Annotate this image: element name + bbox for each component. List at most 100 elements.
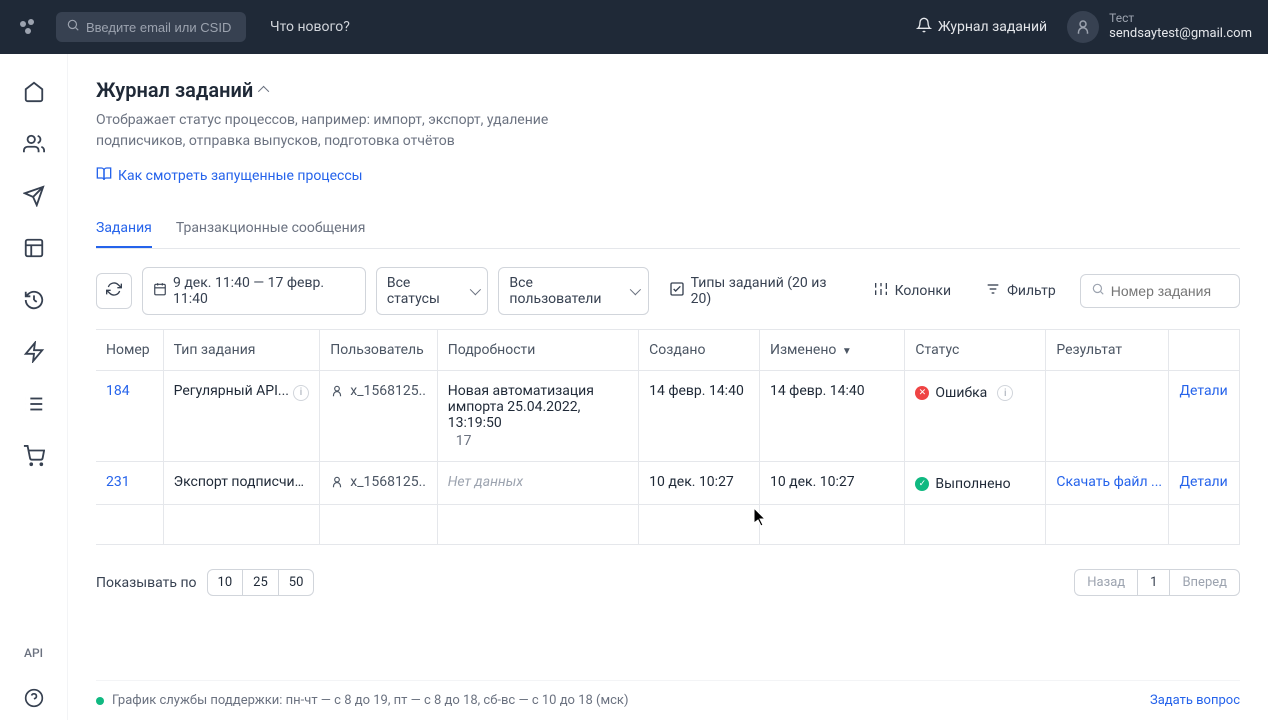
task-number-link[interactable]: 231 [106, 474, 130, 490]
user-avatar-icon [1067, 11, 1099, 43]
status-online-icon [96, 697, 104, 705]
task-details-2: 17 [448, 433, 628, 449]
howto-link[interactable]: Как смотреть запущенные процессы [96, 166, 1240, 186]
pager-prev[interactable]: Назад [1075, 570, 1138, 595]
task-created: 14 февр. 14:40 [639, 371, 760, 462]
page-size-50[interactable]: 50 [279, 570, 314, 595]
col-user[interactable]: Пользователь [320, 330, 437, 371]
task-number-input[interactable] [1111, 283, 1229, 299]
global-search[interactable] [56, 12, 246, 42]
chevron-down-icon [469, 284, 480, 295]
howto-label: Как смотреть запущенные процессы [118, 168, 363, 184]
date-range-button[interactable]: 9 дек. 11:40 — 17 февр. 11:40 [142, 267, 366, 315]
sidebar-cart-icon[interactable] [12, 434, 56, 478]
bell-icon [916, 17, 932, 37]
toolbar: 9 дек. 11:40 — 17 февр. 11:40 Все статус… [96, 267, 1240, 315]
sidebar-help-icon[interactable] [12, 676, 56, 720]
whats-new-link[interactable]: Что нового? [270, 19, 350, 35]
task-modified: 14 февр. 14:40 [759, 371, 904, 462]
user-filter-label: Все пользователи [509, 275, 623, 307]
col-number[interactable]: Номер [96, 330, 163, 371]
task-types-button[interactable]: Типы заданий (20 из 20) [659, 268, 849, 314]
task-type: Экспорт подписчик... [163, 462, 320, 505]
tab-tasks[interactable]: Задания [96, 210, 152, 248]
sidebar: API [0, 54, 68, 720]
table-row: 184 Регулярный API...i x_1568125... Нова… [96, 371, 1240, 462]
col-actions [1169, 330, 1240, 371]
user-icon [330, 384, 344, 398]
task-modified: 10 дек. 10:27 [759, 462, 904, 505]
page-description: Отображает статус процессов, например: и… [96, 110, 616, 152]
pager-current[interactable]: 1 [1138, 570, 1170, 595]
page-size-10[interactable]: 10 [208, 570, 244, 595]
col-modified[interactable]: Изменено ▼ [759, 330, 904, 371]
app-header: Что нового? Журнал заданий Тест sendsayt… [0, 0, 1268, 54]
col-created[interactable]: Создано [639, 330, 760, 371]
task-user: x_1568125... [350, 474, 426, 490]
task-user: x_1568125... [350, 383, 426, 399]
sidebar-send-icon[interactable] [12, 174, 56, 218]
task-number-link[interactable]: 184 [106, 383, 130, 399]
user-label: Тест [1109, 11, 1252, 27]
task-number-search[interactable] [1080, 274, 1240, 308]
filter-icon [985, 281, 1001, 301]
sidebar-list-icon[interactable] [12, 382, 56, 426]
download-link[interactable]: Скачать файл ... [1056, 474, 1162, 490]
col-details[interactable]: Подробности [437, 330, 638, 371]
ask-question-link[interactable]: Задать вопрос [1150, 693, 1240, 708]
refresh-icon [106, 281, 122, 301]
sidebar-zap-icon[interactable] [12, 330, 56, 374]
info-icon[interactable]: i [997, 385, 1013, 401]
global-search-input[interactable] [86, 20, 236, 35]
task-details: Новая автоматизация импорта 25.04.2022, … [448, 383, 628, 431]
main-content: Журнал заданий Отображает статус процесс… [68, 54, 1268, 720]
search-icon [1091, 282, 1105, 300]
chevron-up-icon[interactable] [258, 86, 269, 97]
status-filter-button[interactable]: Все статусы [376, 267, 489, 315]
col-status[interactable]: Статус [905, 330, 1046, 371]
pager-next[interactable]: Вперед [1170, 570, 1239, 595]
pagination: Показывать по 10 25 50 Назад 1 Вперед [96, 569, 1240, 612]
calendar-icon [153, 282, 167, 300]
footer: График службы поддержки: пн-чт — с 8 до … [96, 680, 1240, 720]
page-size-25[interactable]: 25 [243, 570, 279, 595]
columns-button[interactable]: Колонки [863, 274, 962, 308]
sidebar-users-icon[interactable] [12, 122, 56, 166]
sidebar-history-icon[interactable] [12, 278, 56, 322]
columns-icon [873, 281, 889, 301]
journal-label: Журнал заданий [938, 19, 1047, 35]
sort-desc-icon: ▼ [842, 346, 852, 357]
table-row-empty [96, 505, 1240, 545]
book-icon [96, 166, 112, 186]
refresh-button[interactable] [96, 273, 132, 309]
filter-button[interactable]: Фильтр [975, 274, 1066, 308]
sidebar-home-icon[interactable] [12, 70, 56, 114]
sidebar-api-link[interactable]: API [24, 646, 43, 660]
search-icon [66, 18, 80, 36]
user-menu[interactable]: Тест sendsaytest@gmail.com [1067, 11, 1252, 43]
status-success-icon: ✓ [915, 477, 929, 491]
date-range-label: 9 дек. 11:40 — 17 февр. 11:40 [173, 275, 355, 307]
filter-label: Фильтр [1007, 283, 1056, 299]
task-created: 10 дек. 10:27 [639, 462, 760, 505]
user-icon [330, 475, 344, 489]
sidebar-layout-icon[interactable] [12, 226, 56, 270]
support-schedule: График службы поддержки: пн-чт — с 8 до … [112, 693, 628, 708]
user-filter-button[interactable]: Все пользователи [498, 267, 648, 315]
columns-label: Колонки [895, 283, 952, 299]
user-email: sendsaytest@gmail.com [1109, 26, 1252, 43]
tab-transactional[interactable]: Транзакционные сообщения [176, 210, 366, 248]
col-result[interactable]: Результат [1046, 330, 1169, 371]
page-title: Журнал заданий [96, 78, 253, 102]
info-icon[interactable]: i [293, 385, 309, 401]
task-type: Регулярный API... [174, 383, 289, 399]
task-status: Выполнено [935, 476, 1010, 492]
col-type[interactable]: Тип задания [163, 330, 320, 371]
details-link[interactable]: Детали [1179, 383, 1227, 399]
details-link[interactable]: Детали [1179, 474, 1227, 490]
journal-link[interactable]: Журнал заданий [916, 17, 1047, 37]
logo-icon[interactable] [16, 15, 40, 39]
task-status: Ошибка [935, 385, 987, 401]
task-types-label: Типы заданий (20 из 20) [691, 275, 839, 307]
table-row: 231 Экспорт подписчик... x_1568125... Не… [96, 462, 1240, 505]
